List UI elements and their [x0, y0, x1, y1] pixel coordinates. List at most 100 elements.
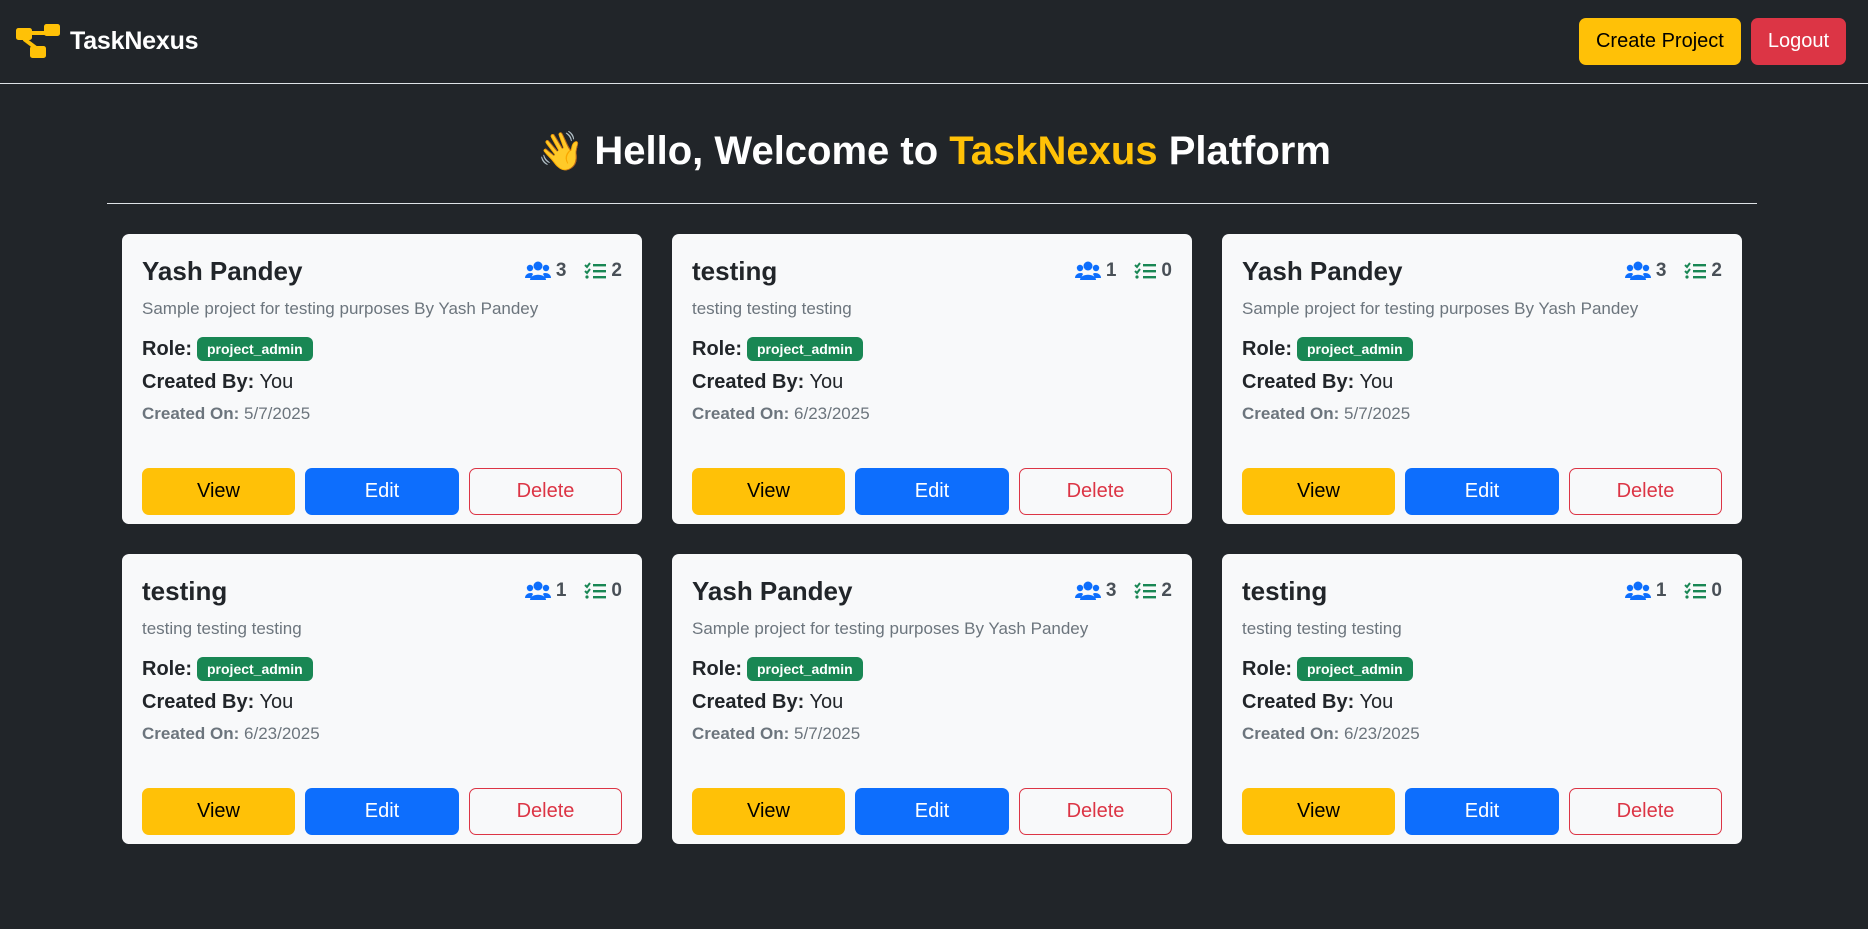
project-card: testing 1 0 testing testing testing Role… [122, 554, 642, 844]
members-stat: 3 [1074, 580, 1117, 602]
role-label: Role: [1242, 337, 1292, 360]
tasks-stat: 0 [1684, 580, 1722, 602]
project-card: Yash Pandey 3 2 Sample project for testi… [672, 554, 1192, 844]
created-on-row: Created On: 5/7/2025 [1242, 404, 1722, 424]
delete-button[interactable]: Delete [1569, 788, 1722, 835]
project-description: testing testing testing [692, 299, 852, 318]
brand[interactable]: TaskNexus [16, 23, 199, 60]
card-actions: View Edit Delete [142, 788, 622, 835]
created-by-row: Created By: You [1242, 691, 1722, 714]
edit-button[interactable]: Edit [305, 468, 459, 515]
view-button[interactable]: View [692, 788, 845, 835]
delete-button[interactable]: Delete [469, 468, 622, 515]
tasks-count: 2 [1711, 260, 1722, 281]
project-stats: 1 0 [1624, 580, 1722, 602]
created-by-label: Created By: [1242, 691, 1355, 713]
created-on-row: Created On: 5/7/2025 [692, 724, 1172, 744]
created-by-label: Created By: [1242, 371, 1355, 393]
delete-button[interactable]: Delete [1019, 788, 1172, 835]
members-count: 1 [555, 580, 567, 601]
created-on-row: Created On: 6/23/2025 [692, 404, 1172, 424]
members-count: 1 [1105, 260, 1117, 281]
tasks-count: 0 [1161, 260, 1172, 281]
delete-button[interactable]: Delete [1569, 468, 1722, 515]
members-stat: 3 [1624, 260, 1666, 282]
tasks-count: 0 [1711, 580, 1722, 601]
members-count: 3 [1105, 580, 1117, 601]
task-list-icon [1134, 582, 1157, 599]
welcome-text-after: Platform [1168, 129, 1331, 173]
view-button[interactable]: View [142, 468, 295, 515]
project-title: testing [692, 255, 778, 286]
edit-button[interactable]: Edit [1405, 788, 1559, 835]
view-button[interactable]: View [1242, 468, 1395, 515]
edit-button[interactable]: Edit [305, 788, 459, 835]
project-stats: 1 0 [1074, 260, 1172, 282]
task-list-icon [1134, 262, 1157, 279]
project-stats: 3 2 [524, 260, 622, 282]
edit-button[interactable]: Edit [1405, 468, 1559, 515]
tasks-count: 2 [1161, 580, 1172, 601]
created-on-value: 5/7/2025 [1344, 404, 1411, 423]
role-label: Role: [692, 337, 742, 360]
users-icon [524, 581, 551, 600]
users-icon [1624, 581, 1651, 600]
created-on-label: Created On: [1242, 404, 1340, 423]
members-stat: 1 [524, 580, 567, 602]
members-stat: 3 [524, 260, 567, 282]
created-by-value: You [809, 691, 844, 713]
role-label: Role: [1242, 657, 1292, 680]
project-diagram-icon [16, 23, 60, 58]
project-description: Sample project for testing purposes By Y… [1242, 299, 1639, 318]
view-button[interactable]: View [1242, 788, 1395, 835]
heading-divider [107, 203, 1757, 204]
created-on-value: 6/23/2025 [794, 404, 870, 423]
created-on-value: 6/23/2025 [244, 724, 320, 743]
created-on-label: Created On: [692, 724, 790, 743]
card-actions: View Edit Delete [1242, 788, 1722, 835]
role-row: Role: project_admin [1242, 657, 1722, 681]
role-badge: project_admin [197, 657, 313, 681]
delete-button[interactable]: Delete [1019, 468, 1172, 515]
edit-button[interactable]: Edit [855, 468, 1009, 515]
task-list-icon [584, 582, 607, 599]
project-card: Yash Pandey 3 2 Sample project for testi… [122, 234, 642, 524]
task-list-icon [1684, 582, 1707, 599]
role-row: Role: project_admin [142, 657, 622, 681]
card-header: testing 1 0 [142, 574, 622, 608]
project-card: testing 1 0 testing testing testing Role… [672, 234, 1192, 524]
view-button[interactable]: View [142, 788, 295, 835]
role-row: Role: project_admin [1242, 337, 1722, 361]
project-title: testing [1242, 575, 1328, 606]
members-stat: 1 [1624, 580, 1666, 602]
created-on-row: Created On: 6/23/2025 [1242, 724, 1722, 744]
nav-actions: Create Project Logout [1578, 18, 1846, 65]
project-title: Yash Pandey [692, 575, 853, 606]
card-actions: View Edit Delete [692, 788, 1172, 835]
users-icon [1074, 581, 1101, 600]
project-description: testing testing testing [142, 619, 302, 638]
card-header: Yash Pandey 3 2 [142, 254, 622, 288]
project-stats: 1 0 [524, 580, 622, 602]
project-title: testing [142, 575, 228, 606]
logout-button[interactable]: Logout [1750, 18, 1846, 65]
created-on-label: Created On: [142, 404, 240, 423]
created-by-value: You [259, 691, 294, 713]
delete-button[interactable]: Delete [469, 788, 622, 835]
create-project-button[interactable]: Create Project [1578, 18, 1741, 65]
created-by-label: Created By: [692, 691, 805, 713]
project-description: Sample project for testing purposes By Y… [142, 299, 539, 318]
members-count: 3 [555, 260, 567, 281]
view-button[interactable]: View [692, 468, 845, 515]
card-header: Yash Pandey 3 2 [1242, 254, 1722, 288]
task-list-icon [1684, 262, 1707, 279]
created-by-row: Created By: You [692, 691, 1172, 714]
project-stats: 3 2 [1624, 260, 1722, 282]
created-by-label: Created By: [692, 371, 805, 393]
edit-button[interactable]: Edit [855, 788, 1009, 835]
created-by-label: Created By: [142, 371, 255, 393]
tasks-stat: 0 [1134, 260, 1172, 282]
created-on-value: 6/23/2025 [1344, 724, 1420, 743]
card-header: testing 1 0 [1242, 574, 1722, 608]
welcome-brand: TaskNexus [949, 129, 1158, 173]
